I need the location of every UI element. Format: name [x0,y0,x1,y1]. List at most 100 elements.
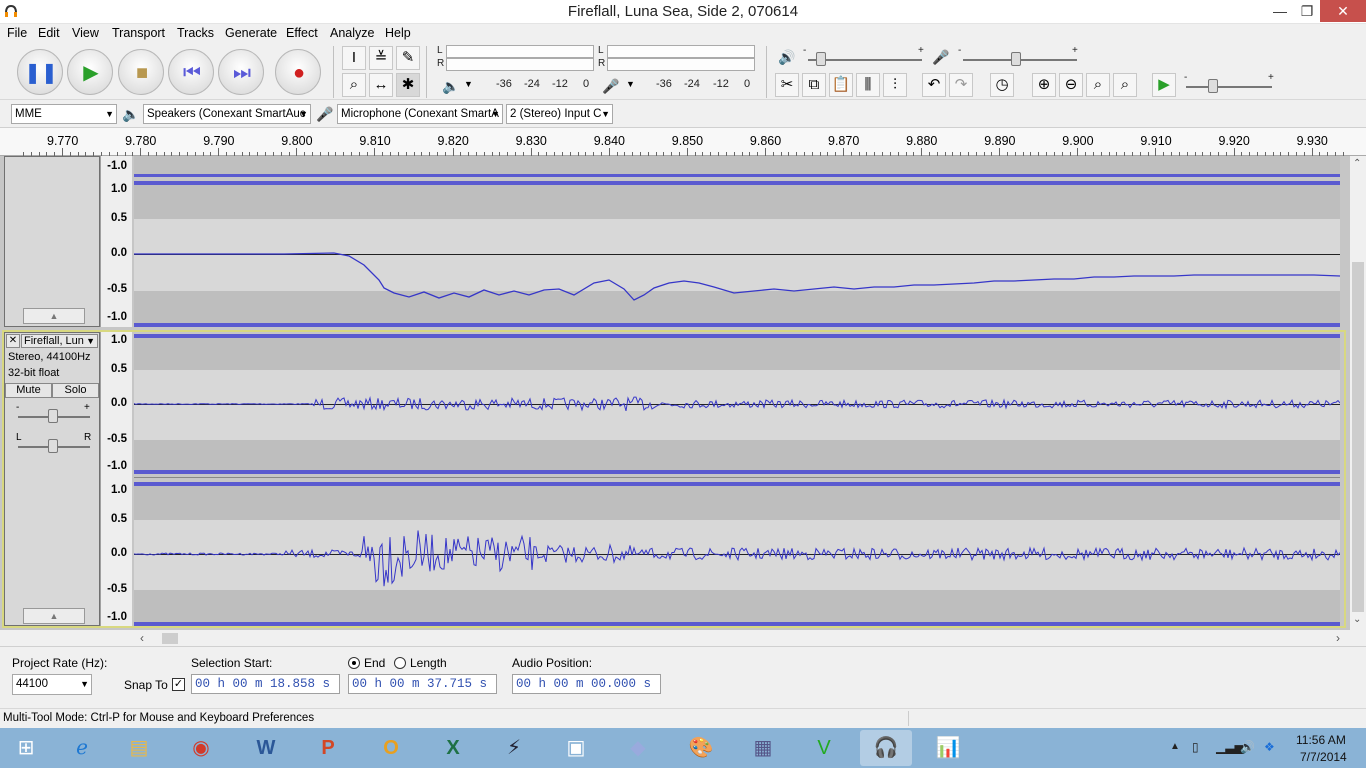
copy-icon[interactable]: ⧉ [802,73,826,97]
microphone-icon[interactable]: 🎤 [600,75,622,97]
timeshift-tool-icon[interactable]: ↔ [369,73,393,97]
redo-icon[interactable]: ↷ [949,73,973,97]
waveform-track1-right[interactable] [134,185,1340,323]
zoom-in-icon[interactable]: ⊕ [1032,73,1056,97]
collapse-icon[interactable]: ▲ [23,608,85,624]
cut-icon[interactable]: ✂ [775,73,799,97]
audio-host-select[interactable]: MME ▼ [11,104,117,124]
vim-icon[interactable]: V [798,730,850,766]
silence-icon[interactable]: ⫶ [883,73,907,97]
calculator-icon[interactable]: ▦ [737,730,789,766]
menu-help[interactable]: Help [385,26,411,40]
menu-effect[interactable]: Effect [286,26,318,40]
zoom-tool-icon[interactable]: ⌕ [342,73,366,97]
draw-tool-icon[interactable]: ✎ [396,46,420,70]
undo-icon[interactable]: ↶ [922,73,946,97]
scroll-down-icon[interactable]: ⌄ [1353,614,1361,625]
scroll-thumb[interactable] [1352,262,1364,612]
remote-desktop-icon[interactable]: ⚡ [488,730,540,766]
chrome-icon[interactable]: ◉ [175,730,227,766]
selection-tool-icon[interactable]: I [342,46,366,70]
clock-date[interactable]: 7/7/2014 [1300,750,1347,764]
vertical-ruler[interactable] [100,332,132,626]
show-hidden-icons[interactable]: ▲ [1170,741,1180,752]
outlook-icon[interactable]: O [365,730,417,766]
play-at-speed-icon[interactable]: ▶ [1152,73,1176,97]
track-name-menu[interactable]: Fireflall, Lun ▼ [21,334,98,348]
pause-button[interactable]: ❚❚ [17,49,63,95]
multi-tool-icon[interactable]: ✱ [396,73,420,97]
end-radio[interactable] [348,657,360,669]
resource-monitor-icon[interactable]: 📊 [922,730,974,766]
powerpoint-icon[interactable]: P [302,730,354,766]
menu-file[interactable]: File [7,26,27,40]
gain-thumb[interactable] [48,409,58,423]
clock-time[interactable]: 11:56 AM [1296,733,1346,747]
input-volume-thumb[interactable] [1011,52,1021,66]
output-device-select[interactable]: Speakers (Conexant SmartAuc ▼ [143,104,311,124]
timeline-ruler[interactable]: 9.770 9.780 9.790 9.800 9.810 9.820 9.830 9.840… [0,128,1366,156]
eraser-icon[interactable]: ◆ [612,730,664,766]
record-meter-menu-icon[interactable]: ▼ [626,79,635,89]
dropbox-icon[interactable]: ❖ [1264,740,1275,754]
waveform-track2-right[interactable] [134,486,1340,622]
stop-button[interactable]: ■ [118,49,164,95]
menu-transport[interactable]: Transport [112,26,165,40]
skip-start-button[interactable]: ⏮ [168,49,214,95]
project-rate-select[interactable]: 44100 ▼ [12,674,92,695]
play-speed-slider[interactable] [1186,86,1272,88]
pan-thumb[interactable] [48,439,58,453]
command-prompt-icon[interactable]: ▣ [550,730,602,766]
scroll-right-icon[interactable]: › [1336,631,1340,645]
mute-button[interactable]: Mute [5,383,52,398]
play-speed-thumb[interactable] [1208,79,1218,93]
fit-selection-icon[interactable]: ⌕ [1086,73,1110,97]
vertical-ruler[interactable] [100,156,132,327]
snap-to-checkbox[interactable]: ✓ [172,678,185,691]
speaker-icon[interactable]: 🔈 [440,75,462,97]
fit-project-icon[interactable]: ⌕ [1113,73,1137,97]
paint-icon[interactable]: 🎨 [675,730,727,766]
internet-explorer-icon[interactable]: ℯ [56,730,108,766]
length-radio[interactable] [394,657,406,669]
sync-lock-icon[interactable]: ◷ [990,73,1014,97]
selection-start-field[interactable]: 00 h 00 m 18.858 s [191,674,340,694]
track-close-button[interactable]: ✕ [6,334,20,348]
close-button[interactable]: ✕ [1320,0,1366,22]
excel-icon[interactable]: X [427,730,479,766]
scroll-up-icon[interactable]: ⌃ [1353,158,1361,169]
vertical-scrollbar[interactable]: ⌃ ⌄ [1350,156,1366,630]
solo-button[interactable]: Solo [52,383,99,398]
envelope-tool-icon[interactable]: ≚ [369,46,393,70]
maximize-button[interactable]: ❐ [1293,0,1321,22]
menu-edit[interactable]: Edit [38,26,60,40]
scroll-thumb[interactable] [162,633,178,644]
scroll-left-icon[interactable]: ‹ [140,631,144,645]
menu-tracks[interactable]: Tracks [177,26,214,40]
input-device-select[interactable]: Microphone (Conexant SmartA ▼ [337,104,503,124]
audacity-taskbar-icon[interactable]: 🎧 [860,730,912,766]
windows-start-icon[interactable]: ⊞ [0,730,52,766]
paste-icon[interactable]: 📋 [829,73,853,97]
horizontal-scrollbar[interactable]: ‹ › [0,630,1366,646]
record-button[interactable]: ● [275,49,321,95]
zoom-out-icon[interactable]: ⊖ [1059,73,1083,97]
trim-icon[interactable]: ⫼ [856,73,880,97]
playback-meter-menu-icon[interactable]: ▼ [464,79,473,89]
selection-end-field[interactable]: 00 h 00 m 37.715 s [348,674,497,694]
menu-analyze[interactable]: Analyze [330,26,374,40]
word-icon[interactable]: W [240,730,292,766]
menu-generate[interactable]: Generate [225,26,277,40]
collapse-icon[interactable]: ▲ [23,308,85,324]
volume-icon[interactable]: 🔊 [1240,740,1255,754]
menu-view[interactable]: View [72,26,99,40]
input-channels-select[interactable]: 2 (Stereo) Input C ▼ [506,104,613,124]
device-icon[interactable]: ▯ [1192,740,1199,754]
minimize-button[interactable]: — [1266,0,1294,22]
play-button[interactable]: ▶ [67,49,113,95]
file-explorer-icon[interactable]: ▤ [113,730,165,766]
skip-end-button[interactable]: ⏭ [218,49,264,95]
output-volume-thumb[interactable] [816,52,826,66]
waveform-track2-left[interactable] [134,338,1340,470]
audio-position-field[interactable]: 00 h 00 m 00.000 s [512,674,661,694]
